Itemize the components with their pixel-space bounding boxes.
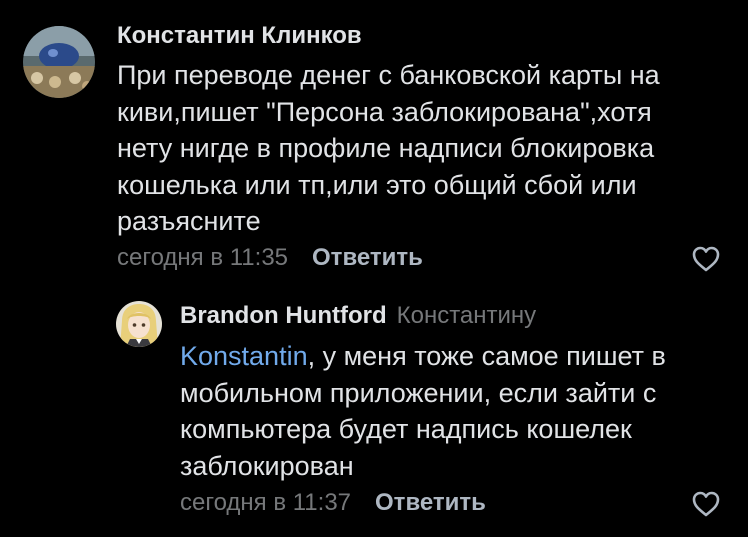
avatar[interactable] bbox=[23, 26, 95, 98]
comment-meta: сегодня в 11:35 Ответить bbox=[117, 244, 423, 272]
like-button[interactable] bbox=[691, 490, 721, 518]
comment-text-line: заблокирован bbox=[180, 450, 354, 481]
reply-button[interactable]: Ответить bbox=[312, 244, 423, 271]
comment-text-line: При переводе денег с банковской карты на bbox=[117, 60, 660, 90]
comment-timestamp: сегодня в 11:35 bbox=[117, 244, 289, 271]
comment-author: Brandon Huntford Константину bbox=[180, 302, 536, 330]
comment-text-fragment: , у меня тоже самое пишет в bbox=[307, 341, 666, 371]
reply-to-label[interactable]: Константину bbox=[397, 302, 537, 329]
heart-outline-icon bbox=[692, 246, 720, 272]
comment-text-line: Konstantin, у меня тоже самое пишет в bbox=[180, 338, 666, 375]
user-avatar-icon bbox=[23, 26, 95, 98]
heart-outline-icon bbox=[692, 491, 720, 517]
reply-button[interactable]: Ответить bbox=[375, 489, 486, 516]
avatar[interactable] bbox=[116, 301, 162, 347]
comment-text: При переводе денег с банковской карты на… bbox=[117, 57, 660, 240]
mention-link[interactable]: Konstantin bbox=[180, 341, 308, 371]
comment-text-line: киви,пишет "Персона заблокирована",хотя bbox=[117, 96, 652, 127]
comment-timestamp: сегодня в 11:37 bbox=[180, 489, 352, 516]
comment-text: Konstantin, у меня тоже самое пишет в мо… bbox=[180, 338, 666, 484]
comment-author[interactable]: Константин Клинков bbox=[117, 22, 362, 50]
comment-text-line: разъясните bbox=[117, 206, 261, 236]
comment-text-line: компьютера будет надпись кошелек bbox=[180, 414, 632, 444]
comment-author-name[interactable]: Brandon Huntford bbox=[180, 302, 387, 329]
comment-text-line: нету нигде в профиле надписи блокировка bbox=[117, 133, 655, 163]
comment-meta: сегодня в 11:37 Ответить bbox=[180, 489, 486, 517]
comment-text-line: мобильном приложении, если зайти с bbox=[180, 377, 657, 408]
comment-text-line: кошелька или тп,или это общий сбой или bbox=[117, 169, 637, 200]
user-avatar-icon bbox=[116, 301, 162, 347]
comment: Константин Клинков При переводе денег с … bbox=[0, 0, 748, 290]
like-button[interactable] bbox=[691, 245, 721, 273]
